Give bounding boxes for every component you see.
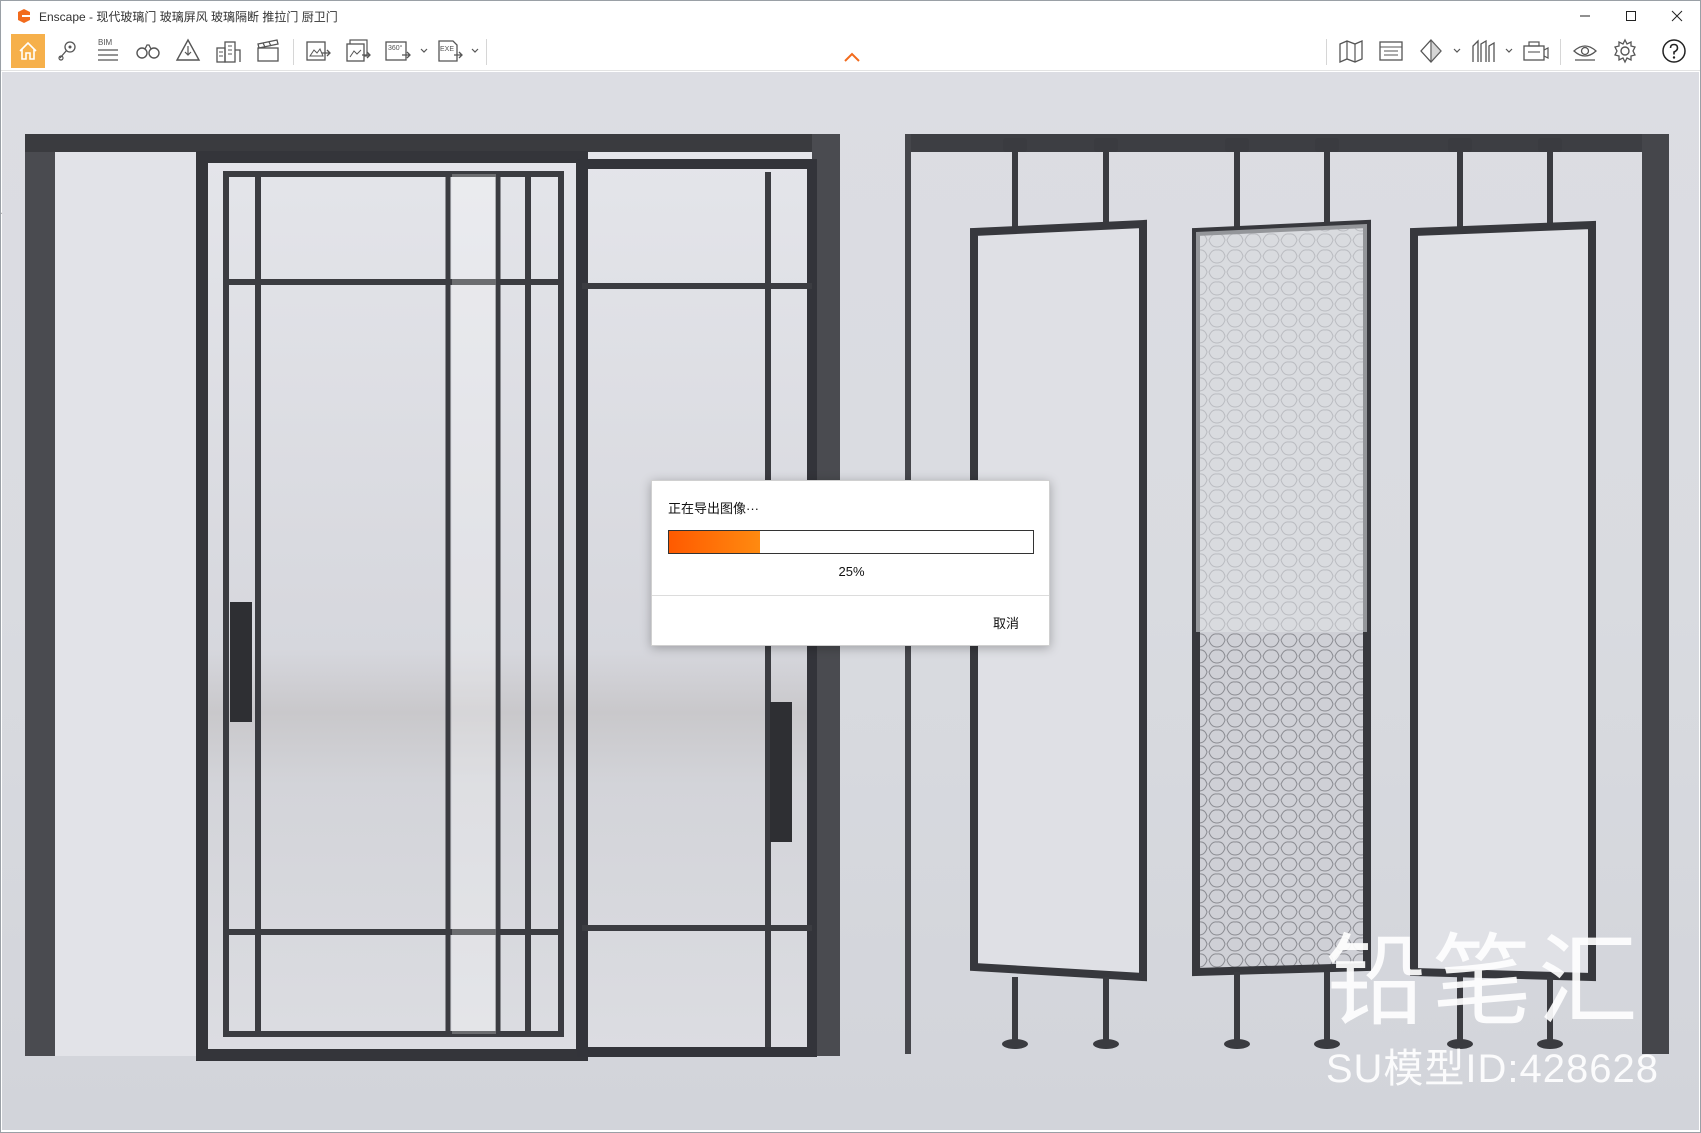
home-button[interactable] (11, 34, 45, 68)
app-window: Enscape - 现代玻璃门 玻璃屏风 玻璃隔断 推拉门 厨卫门 BIM 36… (0, 0, 1701, 1133)
dialog-divider (652, 595, 1049, 596)
map-icon (1339, 40, 1363, 63)
window-title: Enscape - 现代玻璃门 玻璃屏风 玻璃隔断 推拉门 厨卫门 (39, 9, 338, 24)
material-icon (1472, 39, 1495, 62)
dialog-message: 正在导出图像··· (668, 501, 759, 516)
toolbar-separator (1560, 39, 1561, 65)
clapperboard-icon (257, 39, 279, 62)
chevron-down-icon[interactable] (470, 45, 480, 57)
collapse-toolbar-icon[interactable] (842, 51, 862, 63)
panorama-icon: 360° (385, 41, 411, 61)
panorama-button[interactable]: 360° (381, 34, 415, 68)
export-image-icon (306, 41, 331, 61)
camera-icon (1523, 41, 1549, 61)
toolbar-separator (1326, 39, 1327, 65)
exe-export-icon: EXE (438, 40, 463, 62)
batch-render-icon (346, 39, 371, 62)
progress-percentage: 25% (838, 564, 865, 579)
export-progress-dialog: 正在导出图像··· 25% 取消 (651, 480, 1050, 646)
chevron-down-icon[interactable] (419, 45, 429, 57)
minimize-icon (1580, 15, 1590, 17)
binoculars-icon (136, 44, 160, 59)
asset-library-icon (175, 38, 201, 61)
window-controls (1562, 1, 1700, 31)
render-image-button[interactable] (301, 34, 335, 68)
title-bar: Enscape - 现代玻璃门 玻璃屏风 玻璃隔断 推拉门 厨卫门 (1, 1, 1700, 31)
home-icon (19, 41, 37, 60)
chevron-down-icon[interactable] (1452, 45, 1462, 57)
views-button[interactable] (51, 34, 85, 68)
bim-button[interactable]: BIM (91, 34, 125, 68)
toolbar-separator (293, 39, 294, 65)
minimize-button[interactable] (1562, 1, 1608, 31)
image-panel-icon (1379, 41, 1403, 61)
maximize-icon (1626, 11, 1636, 21)
visual-settings-button[interactable] (1568, 34, 1602, 68)
cube-icon (1420, 39, 1442, 63)
capture-button[interactable] (1518, 34, 1552, 68)
video-editor-button[interactable] (251, 34, 285, 68)
eye-icon (1573, 45, 1597, 61)
batch-render-button[interactable] (341, 34, 375, 68)
panel-button[interactable] (1374, 34, 1408, 68)
maximize-button[interactable] (1608, 1, 1654, 31)
close-icon (1671, 10, 1683, 22)
map-button[interactable] (1334, 34, 1368, 68)
help-icon (1662, 39, 1686, 63)
svg-text:EXE: EXE (440, 46, 454, 53)
location-pin-icon (58, 41, 76, 61)
site-context-button[interactable] (211, 34, 245, 68)
material-editor-button[interactable] (1466, 34, 1500, 68)
bim-list-icon: BIM (98, 38, 118, 61)
gear-icon (1614, 38, 1636, 64)
exe-export-button[interactable]: EXE (433, 34, 467, 68)
progress-fill (669, 531, 760, 553)
progress-bar (668, 530, 1034, 554)
model-id-label: SU模型ID:428628 (1325, 1047, 1659, 1091)
cancel-button[interactable]: 取消 (993, 613, 1019, 632)
svg-text:360°: 360° (388, 44, 403, 52)
building-icon (216, 41, 241, 63)
binoculars-button[interactable] (131, 34, 165, 68)
main-toolbar: BIM 360° EXE (1, 31, 1700, 71)
close-button[interactable] (1654, 1, 1700, 31)
asset-library-button[interactable] (171, 34, 205, 68)
view-mode-button[interactable] (1414, 34, 1448, 68)
settings-button[interactable] (1608, 34, 1642, 68)
toolbar-separator (486, 39, 487, 65)
brand-logo: 铅笔汇 (1325, 923, 1644, 1040)
enscape-logo-icon (18, 9, 30, 23)
chevron-down-icon[interactable] (1504, 45, 1514, 57)
help-button[interactable] (1657, 34, 1691, 68)
svg-text:BIM: BIM (98, 38, 113, 47)
watermark-brand: 铅笔汇 SU模型ID:428628 (1326, 932, 1659, 1094)
